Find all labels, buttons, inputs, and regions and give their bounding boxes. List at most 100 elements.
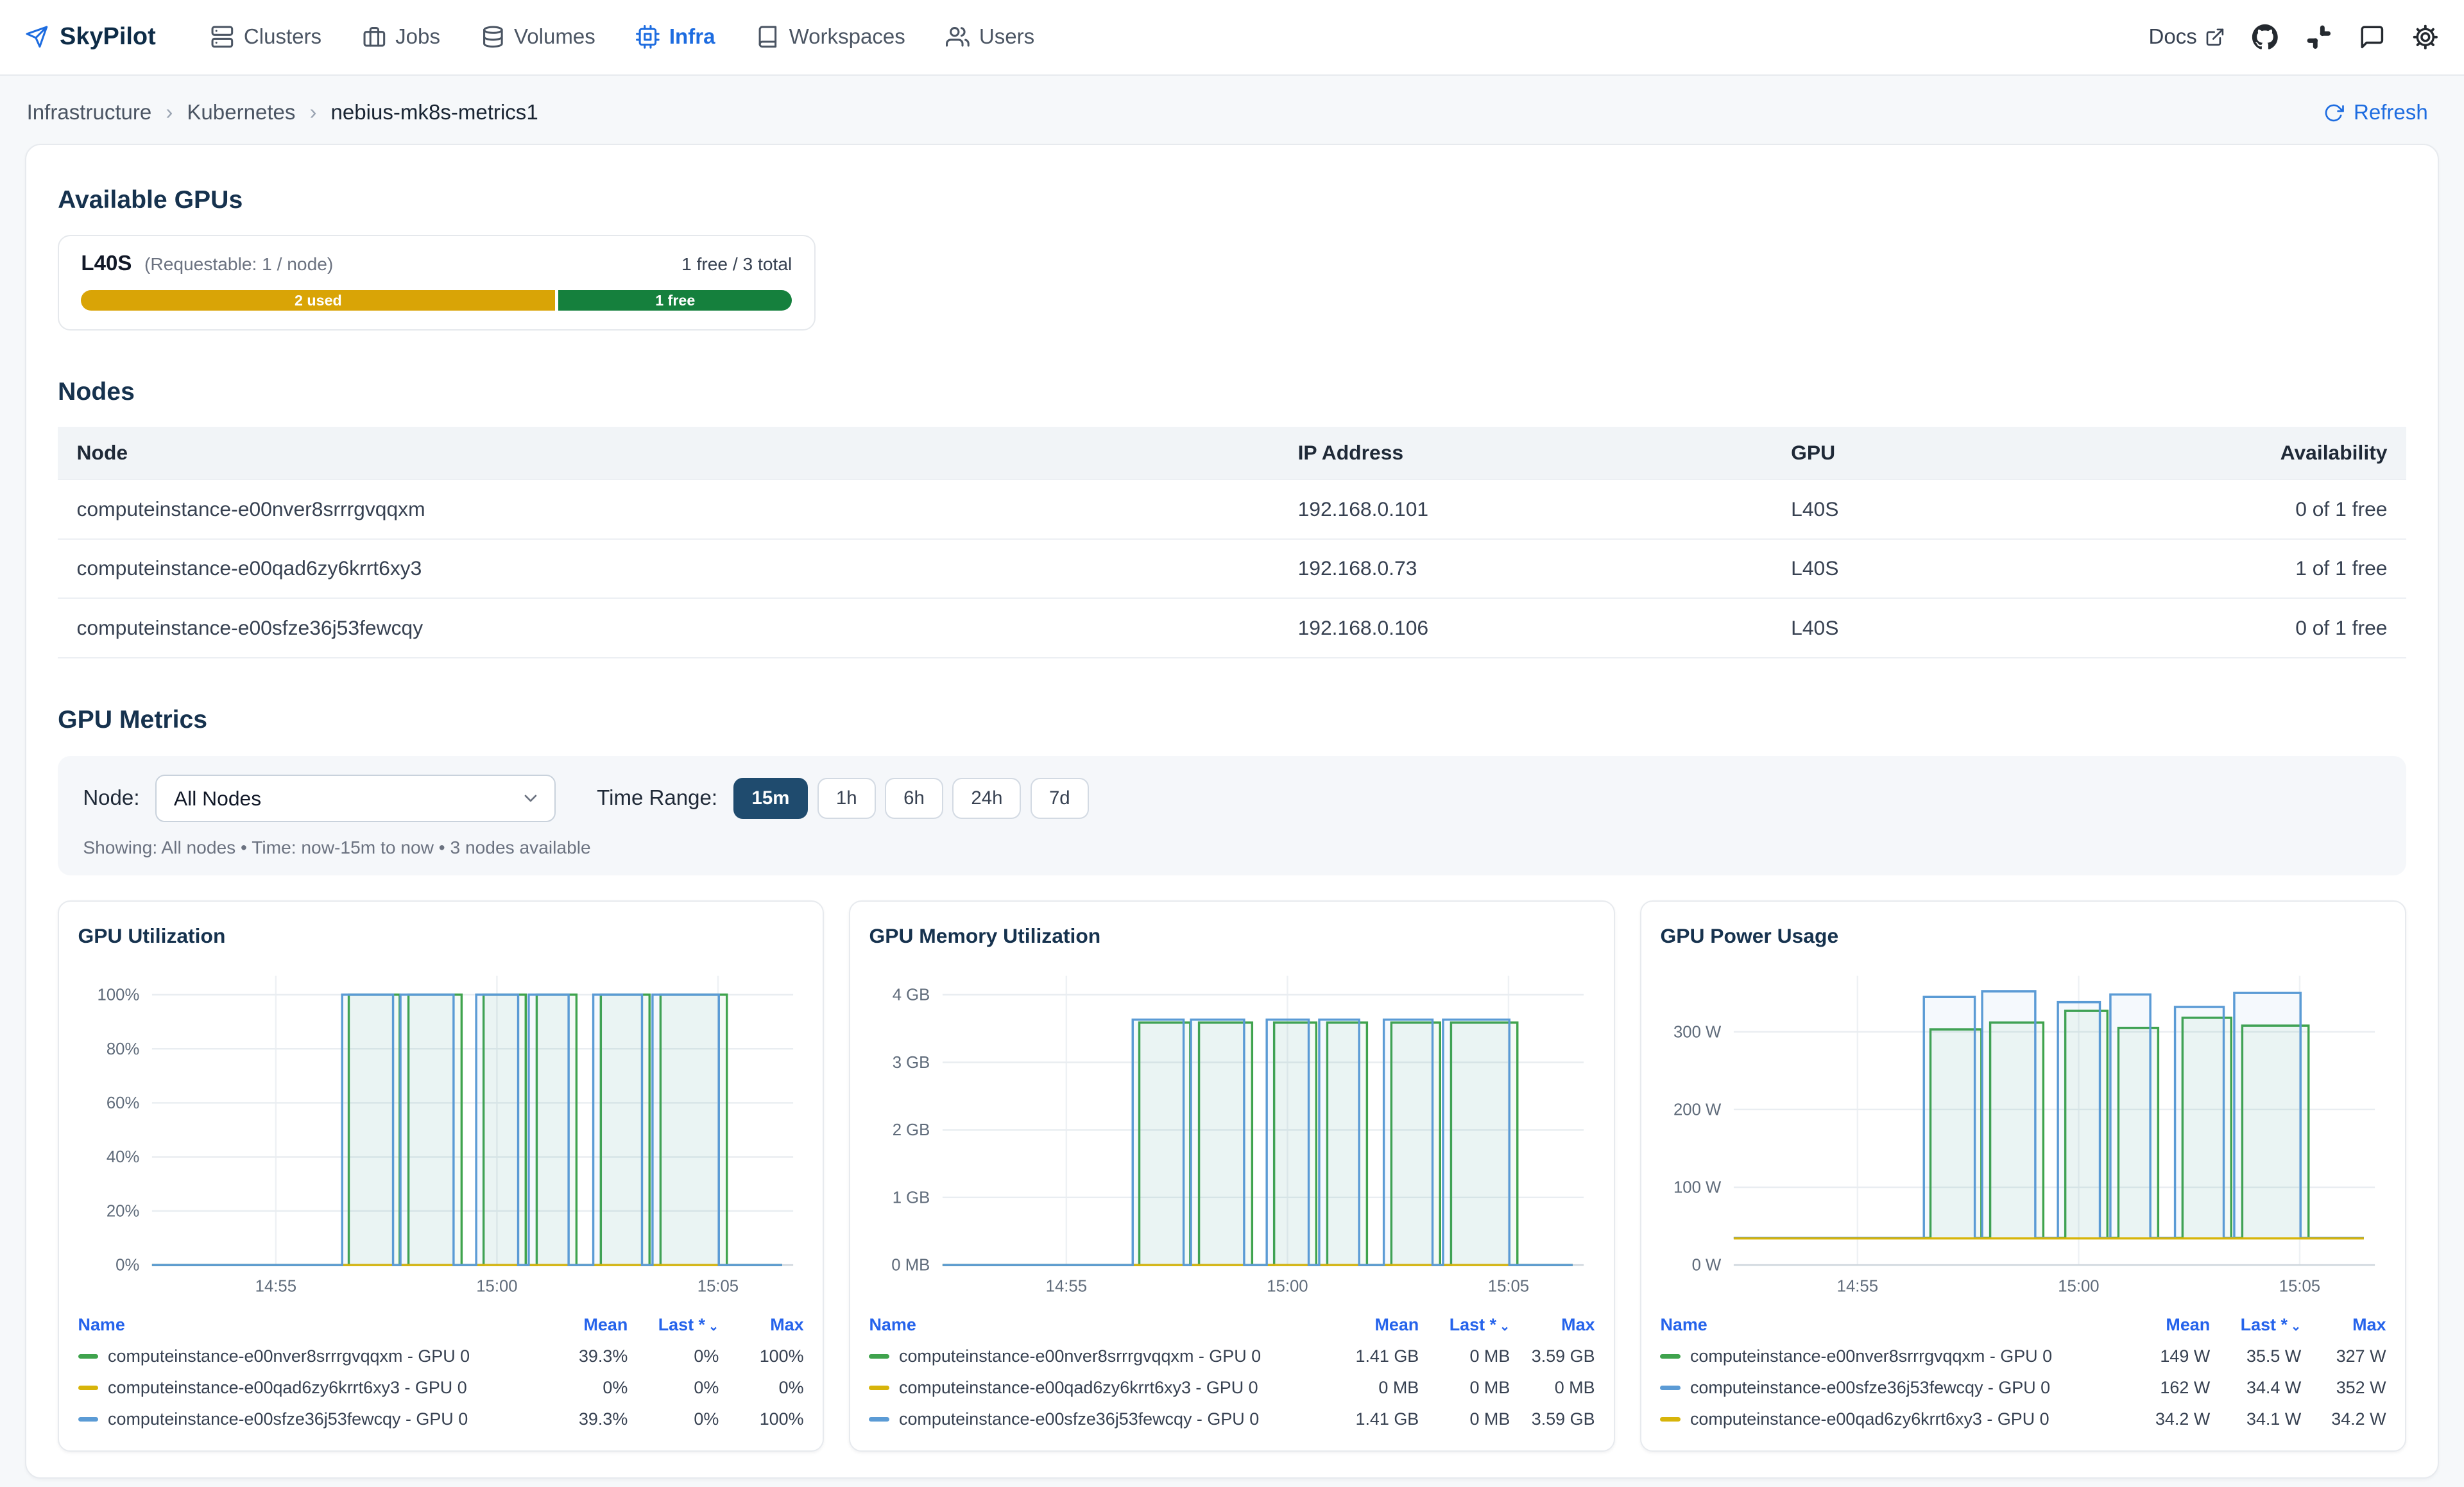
gpu-bar-used: 2 used: [81, 290, 556, 311]
gpu-bar-free-label: 1 free: [655, 291, 696, 309]
series-mean: 1.41 GB: [1355, 1409, 1419, 1429]
nav-item-infra[interactable]: Infra: [619, 15, 733, 58]
time-range-7d[interactable]: 7d: [1031, 778, 1089, 819]
breadcrumb-item-nebius-mk8s-metrics1: nebius-mk8s-metrics1: [330, 100, 538, 125]
series-last: 0%: [694, 1377, 719, 1397]
legend-col-last-sort[interactable]: Last * ⌄: [1419, 1315, 1510, 1335]
ip-cell: 192.168.0.101: [1279, 478, 1772, 539]
series-color-dash: [869, 1385, 890, 1391]
metrics-controls-row: Node: All Nodes Time Range: 15m 1h 6h 24h 7d: [83, 775, 2381, 822]
github-icon: [2252, 24, 2279, 49]
docs-link[interactable]: Docs: [2149, 25, 2225, 49]
breadcrumb-items: Infrastructure › Kubernetes › nebius-mk8s-me…: [27, 101, 538, 125]
workspaces-icon: [758, 26, 777, 48]
svg-text:14:55: 14:55: [1046, 1278, 1087, 1296]
series-color-dash: [78, 1354, 99, 1359]
users-icon: [946, 27, 970, 47]
feedback-link[interactable]: [2359, 24, 2386, 51]
svg-text:100%: 100%: [97, 986, 139, 1004]
nav-item-clusters[interactable]: Clusters: [194, 15, 339, 58]
github-link[interactable]: [2252, 24, 2279, 51]
node-select-value: All Nodes: [173, 786, 262, 810]
gpu-cell: L40S: [1772, 478, 2148, 539]
table-row: computeinstance-e00qad6zy6krrt6xy3 192.16…: [58, 538, 2406, 599]
series-last: 0%: [694, 1409, 719, 1429]
legend-col-name: Name: [1660, 1314, 1707, 1334]
gpu-bar-used-label: 2 used: [295, 291, 342, 309]
series-last: 34.1 W: [2246, 1409, 2302, 1429]
chart-legend-header: Name Mean Last * ⌄ Max: [869, 1309, 1595, 1341]
chart-card-gpu-power-usage: GPU Power Usage 14:55 15:00 15:05 0 W 100 W 20…: [1640, 900, 2406, 1452]
chart-plot: 14:55 15:00 15:05 0% 20% 40% 60% 80% 100%: [97, 976, 793, 1296]
series-color-dash: [78, 1416, 99, 1422]
legend-row[interactable]: computeinstance-e00qad6zy6krrt6xy3 - GPU…: [1660, 1404, 2386, 1435]
refresh-button[interactable]: Refresh: [2314, 99, 2438, 126]
nav-item-label: Volumes: [514, 24, 595, 49]
svg-text:15:00: 15:00: [1267, 1278, 1308, 1296]
legend-row[interactable]: computeinstance-e00nver8srrrgvqqxm - GPU…: [1660, 1341, 2386, 1372]
legend-col-last-sort[interactable]: Last * ⌄: [628, 1315, 719, 1335]
series-mean: 149 W: [2160, 1346, 2211, 1366]
legend-col-name: Name: [78, 1314, 125, 1334]
svg-text:14:55: 14:55: [1837, 1278, 1878, 1296]
series-color-dash: [1660, 1416, 1681, 1422]
legend-row[interactable]: computeinstance-e00nver8srrrgvqqxm - GPU…: [78, 1341, 804, 1372]
nodes-table-header: Node IP Address GPU Availability: [58, 426, 2406, 479]
svg-text:60%: 60%: [106, 1094, 139, 1112]
legend-col-max: Max: [2352, 1314, 2386, 1334]
legend-row[interactable]: computeinstance-e00sfze36j53fewcqy - GPU…: [1660, 1372, 2386, 1404]
navbar-right: Docs: [2149, 24, 2439, 51]
node-select[interactable]: All Nodes: [155, 775, 556, 822]
nav-item-volumes[interactable]: Volumes: [464, 15, 613, 58]
sort-caret-icon: ⌄: [2290, 1319, 2302, 1334]
series-max: 3.59 GB: [1531, 1409, 1595, 1429]
infra-icon: [636, 25, 660, 49]
legend-row[interactable]: computeinstance-e00sfze36j53fewcqy - GPU…: [869, 1404, 1595, 1435]
chart-legend-header: Name Mean Last * ⌄ Max: [1660, 1309, 2386, 1341]
svg-text:15:05: 15:05: [1488, 1278, 1529, 1296]
time-range-15m[interactable]: 15m: [733, 778, 809, 819]
legend-row[interactable]: computeinstance-e00nver8srrrgvqqxm - GPU…: [869, 1341, 1595, 1372]
svg-text:20%: 20%: [106, 1203, 139, 1221]
time-range-24h[interactable]: 24h: [952, 778, 1022, 819]
series-name: computeinstance-e00qad6zy6krrt6xy3 - GPU…: [899, 1377, 1258, 1397]
slack-link[interactable]: [2306, 24, 2332, 51]
series-color-dash: [78, 1385, 99, 1391]
series-last: 0 MB: [1469, 1346, 1510, 1366]
svg-text:15:05: 15:05: [697, 1278, 738, 1296]
nav-item-workspaces[interactable]: Workspaces: [739, 15, 923, 58]
legend-row[interactable]: computeinstance-e00qad6zy6krrt6xy3 - GPU…: [78, 1372, 804, 1404]
ip-cell: 192.168.0.106: [1279, 597, 1772, 659]
column-header-node: Node: [58, 426, 1279, 479]
breadcrumb-item-infrastructure[interactable]: Infrastructure: [27, 101, 152, 125]
series-last: 34.4 W: [2246, 1377, 2302, 1397]
legend-col-last-sort[interactable]: Last * ⌄: [2210, 1315, 2302, 1335]
legend-row[interactable]: computeinstance-e00qad6zy6krrt6xy3 - GPU…: [869, 1372, 1595, 1404]
nodes-heading: Nodes: [58, 377, 135, 406]
brand[interactable]: SkyPilot: [25, 23, 156, 51]
metrics-controls: Node: All Nodes Time Range: 15m 1h 6h 24h 7d…: [58, 756, 2406, 876]
time-range-6h[interactable]: 6h: [885, 778, 943, 819]
settings-link[interactable]: [2412, 24, 2439, 51]
series-mean: 39.3%: [578, 1346, 628, 1366]
table-row: computeinstance-e00sfze36j53fewcqy 192.16…: [58, 597, 2406, 659]
legend-col-name: Name: [869, 1314, 916, 1334]
gpu-bar-free: 1 free: [558, 290, 792, 311]
legend-col-mean: Mean: [583, 1314, 628, 1334]
breadcrumb-separator: ›: [166, 100, 173, 125]
series-mean: 1.41 GB: [1355, 1346, 1419, 1366]
time-range-1h[interactable]: 1h: [817, 778, 876, 819]
chart-title: GPU Memory Utilization: [869, 924, 1101, 947]
breadcrumb-item-kubernetes[interactable]: Kubernetes: [187, 101, 295, 125]
series-name: computeinstance-e00sfze36j53fewcqy - GPU…: [108, 1409, 468, 1429]
series-name: computeinstance-e00nver8srrrgvqqxm - GPU…: [108, 1346, 470, 1366]
nav-item-jobs[interactable]: Jobs: [345, 15, 458, 58]
chart-card-gpu-memory-utilization: GPU Memory Utilization 14:55 15:00 15:05 0 M…: [849, 900, 1615, 1452]
nodes-table-body: computeinstance-e00nver8srrrgvqqxm 192.16…: [58, 478, 2406, 659]
series-mean: 39.3%: [578, 1409, 628, 1429]
legend-row[interactable]: computeinstance-e00sfze36j53fewcqy - GPU…: [78, 1404, 804, 1435]
nav-item-users[interactable]: Users: [929, 15, 1052, 58]
series-max: 34.2 W: [2331, 1409, 2386, 1429]
available-gpus-heading: Available GPUs: [58, 185, 243, 214]
main-card: Available GPUs L40S (Requestable: 1 / no…: [25, 144, 2439, 1479]
